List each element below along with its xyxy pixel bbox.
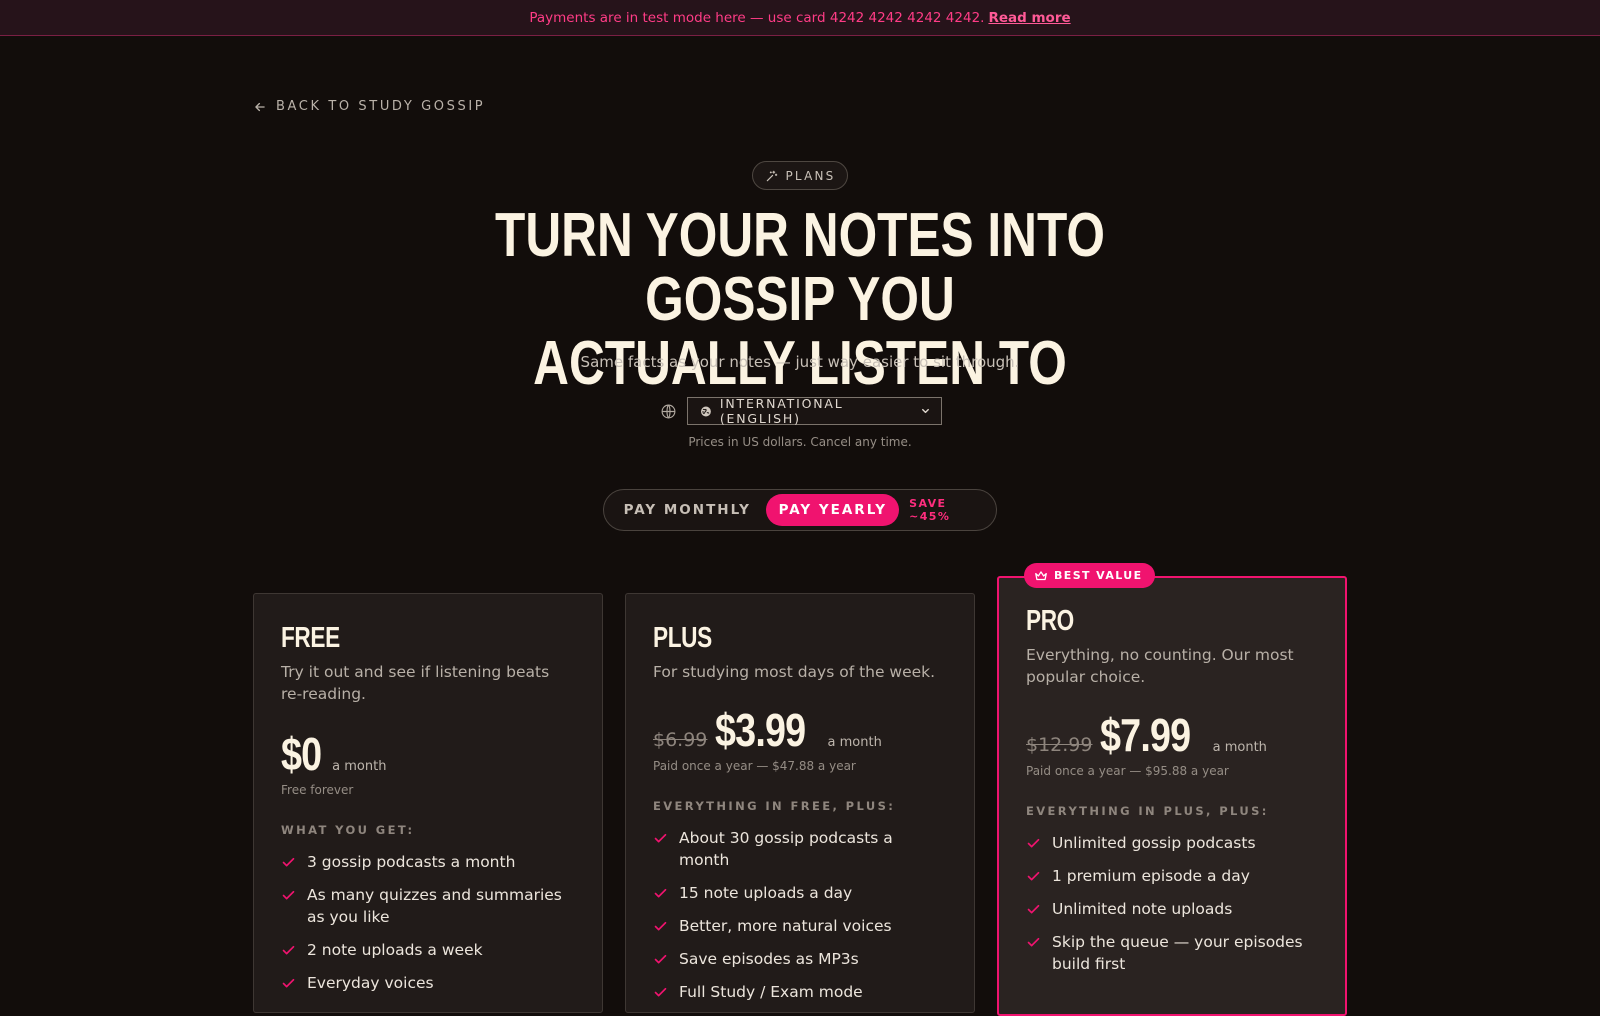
earth-icon (700, 406, 711, 416)
page-subtitle: Same facts as your notes — just way easi… (580, 353, 1020, 371)
check-icon (654, 987, 667, 997)
check-icon (1027, 904, 1040, 914)
feature-item: 3 gossip podcasts a month (281, 851, 575, 873)
features-heading: EVERYTHING IN PLUS, PLUS: (1026, 804, 1269, 818)
feature-text: As many quizzes and summaries as you lik… (307, 886, 562, 926)
price-period: a month (1212, 740, 1267, 755)
pay-monthly-option[interactable]: PAY MONTHLY (608, 494, 766, 526)
best-value-badge: BEST VALUE (1024, 563, 1155, 588)
check-icon (1027, 937, 1040, 947)
read-more-link[interactable]: Read more (988, 10, 1070, 26)
feature-item: Skip the queue — your episodes build fir… (1026, 931, 1318, 975)
check-icon (654, 888, 667, 898)
feature-text: Everyday voices (307, 974, 434, 992)
feature-item: Everyday voices (281, 972, 575, 994)
feature-text: 15 note uploads a day (679, 884, 853, 902)
back-link-label: BACK TO STUDY GOSSIP (276, 99, 486, 114)
globe-icon (661, 404, 676, 418)
feature-item: Unlimited gossip podcasts (1026, 832, 1318, 854)
plan-price: $7.99 (1100, 709, 1191, 761)
plan-description: Try it out and see if listening beats re… (281, 663, 550, 703)
feature-text: 3 gossip podcasts a month (307, 853, 516, 871)
price-period: a month (827, 735, 882, 750)
check-icon (1027, 838, 1040, 848)
plans-pill-label: PLANS (785, 168, 836, 183)
page-title-line-1: TURN YOUR NOTES INTO GOSSIP YOU (495, 201, 1105, 334)
feature-text: Unlimited note uploads (1052, 900, 1233, 918)
feature-item: Better, more natural voices (653, 915, 947, 937)
check-icon (654, 833, 667, 843)
feature-text: Better, more natural voices (679, 917, 892, 935)
check-icon (1027, 871, 1040, 881)
sparkles-icon (766, 170, 777, 181)
price-row: $0 a month (281, 727, 575, 781)
billing-note: Paid once a year — $95.88 a year (1026, 764, 1229, 778)
plan-name: FREE (281, 622, 340, 654)
region-select-value: INTERNATIONAL (ENGLISH) (719, 396, 844, 426)
old-price: $6.99 (653, 729, 708, 751)
feature-list: Unlimited gossip podcasts 1 premium epis… (1026, 832, 1318, 975)
plan-description: For studying most days of the week. (653, 663, 936, 681)
price-row: $6.99 $3.99 a month (653, 703, 947, 757)
feature-list: About 30 gossip podcasts a month 15 note… (653, 827, 947, 1003)
feature-text: 1 premium episode a day (1052, 867, 1250, 885)
plan-card-plus: PLUS For studying most days of the week.… (625, 593, 975, 1013)
feature-item: As many quizzes and summaries as you lik… (281, 884, 575, 928)
save-badge: SAVE ~45% (909, 497, 951, 523)
feature-text: About 30 gossip podcasts a month (679, 829, 893, 869)
feature-item: 1 premium episode a day (1026, 865, 1318, 887)
features-heading: EVERYTHING IN FREE, PLUS: (653, 799, 896, 813)
check-icon (282, 857, 295, 867)
plans-pill: PLANS (752, 161, 848, 190)
banner-text: Payments are in test mode here — use car… (529, 9, 985, 26)
test-mode-banner: Payments are in test mode here — use car… (0, 0, 1600, 36)
billing-note: Free forever (281, 783, 354, 797)
best-value-label: BEST VALUE (1054, 569, 1143, 582)
plan-name: PLUS (653, 622, 712, 654)
feature-item: Unlimited note uploads (1026, 898, 1318, 920)
feature-item: Save episodes as MP3s (653, 948, 947, 970)
check-icon (654, 954, 667, 964)
old-price: $12.99 (1026, 734, 1093, 756)
billing-note: Paid once a year — $47.88 a year (653, 759, 856, 773)
billing-toggle: PAY MONTHLY PAY YEARLY SAVE ~45% (603, 489, 997, 531)
back-link[interactable]: BACK TO STUDY GOSSIP (253, 99, 485, 114)
plan-card-pro: PRO Everything, no counting. Our most po… (997, 576, 1347, 1016)
chevron-down-icon (922, 408, 929, 414)
feature-item: About 30 gossip podcasts a month (653, 827, 947, 871)
price-period: a month (332, 759, 387, 774)
check-icon (282, 945, 295, 955)
feature-text: Save episodes as MP3s (679, 950, 859, 968)
plan-price: $3.99 (715, 704, 806, 756)
plan-name: PRO (1026, 605, 1074, 637)
feature-text: Unlimited gossip podcasts (1052, 834, 1256, 852)
region-selector: INTERNATIONAL (ENGLISH) (660, 396, 942, 426)
plan-price: $0 (281, 728, 322, 780)
check-icon (282, 978, 295, 988)
region-select[interactable]: INTERNATIONAL (ENGLISH) (687, 396, 942, 426)
prices-note: Prices in US dollars. Cancel any time. (688, 435, 912, 449)
crown-icon (1035, 570, 1047, 580)
plan-card-free: FREE Try it out and see if listening bea… (253, 593, 603, 1013)
check-icon (654, 921, 667, 931)
feature-text: Skip the queue — your episodes build fir… (1052, 933, 1303, 973)
feature-item: 2 note uploads a week (281, 939, 575, 961)
plan-description: Everything, no counting. Our most popula… (1026, 646, 1294, 686)
check-icon (282, 890, 295, 900)
pay-yearly-option[interactable]: PAY YEARLY (766, 494, 900, 526)
feature-item: 15 note uploads a day (653, 882, 947, 904)
feature-list: 3 gossip podcasts a month As many quizze… (281, 851, 575, 994)
features-heading: WHAT YOU GET: (281, 823, 415, 837)
feature-text: 2 note uploads a week (307, 941, 483, 959)
price-row: $12.99 $7.99 a month (1026, 708, 1318, 762)
arrow-left-icon (255, 102, 265, 111)
